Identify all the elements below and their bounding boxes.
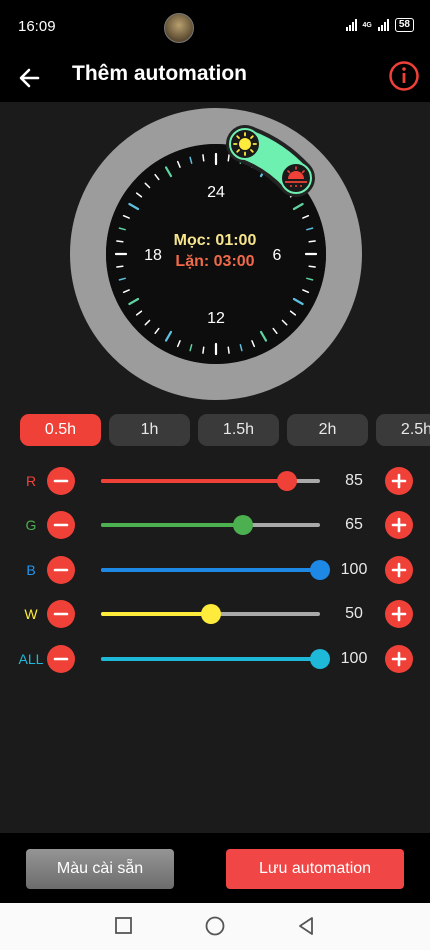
dial-label-top: 24 <box>207 184 225 201</box>
slider-w[interactable] <box>101 604 320 624</box>
increase-w-button[interactable] <box>385 600 413 628</box>
signal-icon <box>345 19 357 31</box>
channel-row-g: G 65 <box>0 509 430 541</box>
plus-icon <box>391 606 407 622</box>
slider-fill <box>101 612 211 616</box>
duration-chip-1-5h[interactable]: 1.5h <box>198 414 279 446</box>
network-type: 4G <box>362 21 372 29</box>
slider-thumb[interactable] <box>233 515 254 535</box>
plus-icon <box>391 473 407 489</box>
status-bar: 16:09 4G 58 <box>0 0 430 56</box>
minus-icon <box>53 612 69 616</box>
channel-label: W <box>24 606 38 622</box>
slider-all[interactable] <box>101 649 330 669</box>
dial-label-bottom: 12 <box>207 310 225 327</box>
back-nav-icon[interactable] <box>296 915 316 937</box>
slider-thumb[interactable] <box>310 649 330 669</box>
save-automation-button[interactable]: Lưu automation <box>226 849 404 889</box>
minus-icon <box>53 657 69 661</box>
recent-apps-icon[interactable] <box>114 915 134 937</box>
increase-g-button[interactable] <box>385 511 413 539</box>
channel-value: 65 <box>345 516 363 533</box>
info-icon <box>389 61 419 91</box>
back-button[interactable] <box>16 64 44 92</box>
channel-value: 100 <box>340 650 368 667</box>
slider-thumb[interactable] <box>200 604 221 624</box>
minus-icon <box>53 568 69 572</box>
dial-tick <box>227 346 230 354</box>
duration-chip-0-5h[interactable]: 0.5h <box>20 414 101 446</box>
dial-tick <box>202 154 205 162</box>
slider-fill <box>101 657 320 661</box>
channel-value: 100 <box>340 561 368 578</box>
channel-label: R <box>25 473 37 489</box>
arrow-left-icon <box>19 68 40 88</box>
slider-b[interactable] <box>101 560 330 580</box>
minus-icon <box>53 523 69 527</box>
channel-row-b: B 100 <box>0 554 430 586</box>
slider-g[interactable] <box>101 515 320 535</box>
decrease-b-button[interactable] <box>47 556 75 584</box>
slider-thumb[interactable] <box>310 560 330 580</box>
channel-label: ALL <box>18 651 44 667</box>
duration-chip-2h[interactable]: 2h <box>287 414 368 446</box>
signal-icon-2 <box>377 19 389 31</box>
increase-b-button[interactable] <box>385 556 413 584</box>
channel-value: 85 <box>345 472 363 489</box>
preset-colors-button[interactable]: Màu cài sẵn <box>26 849 174 889</box>
decrease-g-button[interactable] <box>47 511 75 539</box>
home-icon[interactable] <box>204 915 226 937</box>
increase-r-button[interactable] <box>385 467 413 495</box>
info-button[interactable] <box>388 60 420 92</box>
sunrise-time: Mọc: 01:00 <box>173 232 257 249</box>
channel-label: G <box>25 517 37 533</box>
minus-icon <box>53 479 69 483</box>
channel-row-r: R 85 <box>0 465 430 497</box>
channel-row-w: W 50 <box>0 598 430 630</box>
bottom-action-bar: Màu cài sẵn Lưu automation <box>0 833 430 903</box>
sunset-time: Lặn: 03:00 <box>175 253 255 270</box>
channel-row-all: ALL 100 <box>0 643 430 675</box>
channel-label: B <box>26 562 36 578</box>
decrease-all-button[interactable] <box>47 645 75 673</box>
system-nav-bar <box>0 903 430 950</box>
slider-r[interactable] <box>101 471 320 491</box>
slider-fill <box>101 479 288 483</box>
dial-tick <box>227 154 230 162</box>
duration-chip-2-5h[interactable]: 2.5h <box>376 414 430 446</box>
slider-fill <box>101 568 320 572</box>
slider-fill <box>101 523 244 527</box>
plus-icon <box>391 517 407 533</box>
duration-selector: 0.5h 1h 1.5h 2h 2.5h <box>20 414 430 446</box>
decrease-r-button[interactable] <box>47 467 75 495</box>
battery-icon: 58 <box>394 18 414 32</box>
status-time: 16:09 <box>18 18 56 35</box>
app-bar: Thêm automation <box>0 56 430 102</box>
duration-chip-1h[interactable]: 1h <box>109 414 190 446</box>
plus-icon <box>391 562 407 578</box>
plus-icon <box>391 651 407 667</box>
increase-all-button[interactable] <box>385 645 413 673</box>
notification-avatar-icon <box>164 13 194 43</box>
sun-times: Mọc: 01:00 Lặn: 03:00 <box>0 232 430 271</box>
sun-icon <box>233 132 257 156</box>
sunrise-handle[interactable] <box>229 128 261 160</box>
page-title: Thêm automation <box>72 62 248 85</box>
sunset-handle[interactable] <box>280 162 312 194</box>
decrease-w-button[interactable] <box>47 600 75 628</box>
dial-tick <box>202 346 205 354</box>
slider-thumb[interactable] <box>277 471 298 491</box>
status-icons: 4G 58 <box>345 18 414 32</box>
channel-value: 50 <box>345 605 363 622</box>
